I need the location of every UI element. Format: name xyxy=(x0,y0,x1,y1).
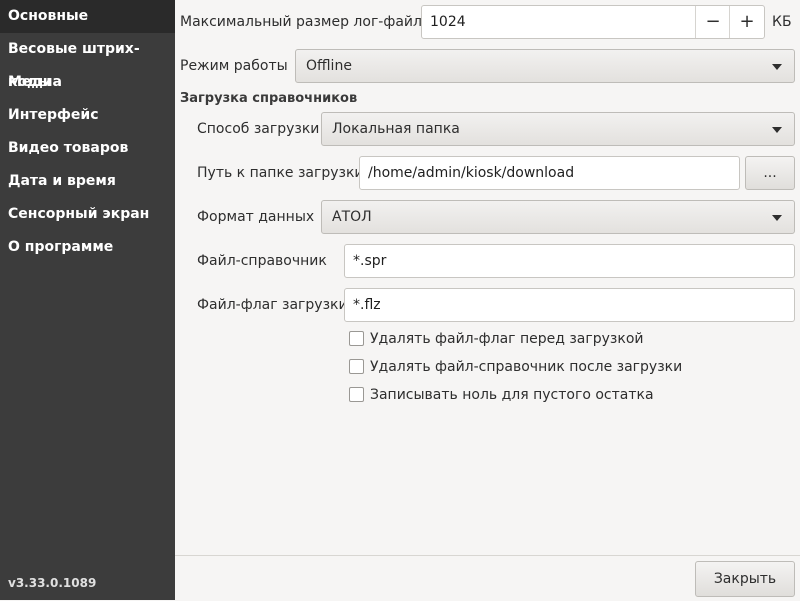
sidebar-item-media[interactable]: Медиа xyxy=(0,66,175,99)
browse-button[interactable]: ... xyxy=(745,156,795,190)
mode-label: Режим работы xyxy=(180,58,288,74)
load-method-label: Способ загрузки xyxy=(197,121,320,137)
sidebar-item-weight-barcodes[interactable]: Весовые штрих-коды xyxy=(0,33,175,90)
checkbox-label: Удалять файл-справочник после загрузки xyxy=(370,359,683,375)
checkbox[interactable] xyxy=(349,330,364,346)
write-zero-for-empty-stock-option[interactable]: Записывать ноль для пустого остатка xyxy=(349,385,654,405)
version-label: v3.33.0.1089 xyxy=(8,576,97,590)
log-size-input[interactable]: 1024 xyxy=(430,6,466,38)
chevron-down-icon xyxy=(772,127,782,133)
sidebar-item-product-video[interactable]: Видео товаров xyxy=(0,132,175,165)
checkbox-label: Записывать ноль для пустого остатка xyxy=(370,387,654,403)
log-size-label: Максимальный размер лог-файла xyxy=(180,14,431,30)
sidebar: Основные Весовые штрих-коды Медиа Интерф… xyxy=(0,0,175,600)
path-label: Путь к папке загрузки xyxy=(197,165,364,181)
dict-file-input[interactable]: *.spr xyxy=(344,244,795,278)
mode-dropdown-value: Offline xyxy=(306,58,352,74)
dict-section-title: Загрузка справочников xyxy=(180,91,358,106)
log-size-unit: КБ xyxy=(772,14,792,30)
checkbox-label: Удалять файл-флаг перед загрузкой xyxy=(370,331,644,347)
sidebar-item-date-time[interactable]: Дата и время xyxy=(0,165,175,198)
format-label: Формат данных xyxy=(197,209,315,225)
flag-file-input[interactable]: *.flz xyxy=(344,288,795,322)
load-method-value: Локальная папка xyxy=(332,121,460,137)
checkbox[interactable] xyxy=(349,386,364,402)
delete-dict-after-load-option[interactable]: Удалять файл-справочник после загрузки xyxy=(349,357,682,377)
flag-file-label: Файл-флаг загрузки xyxy=(197,297,348,313)
checkbox[interactable] xyxy=(349,358,364,374)
footer-bar: Закрыть xyxy=(175,555,800,601)
chevron-down-icon xyxy=(772,64,782,70)
load-method-dropdown[interactable]: Локальная папка xyxy=(321,112,795,146)
close-button[interactable]: Закрыть xyxy=(695,561,795,597)
decrement-button[interactable]: − xyxy=(695,6,730,38)
chevron-down-icon xyxy=(772,215,782,221)
sidebar-item-general[interactable]: Основные xyxy=(0,0,175,33)
sidebar-item-touchscreen[interactable]: Сенсорный экран xyxy=(0,198,175,231)
increment-button[interactable]: + xyxy=(729,6,764,38)
sidebar-item-about[interactable]: О программе xyxy=(0,231,175,264)
dict-file-label: Файл-справочник xyxy=(197,253,327,269)
path-input[interactable]: /home/admin/kiosk/download xyxy=(359,156,740,190)
delete-flag-before-load-option[interactable]: Удалять файл-флаг перед загрузкой xyxy=(349,329,643,349)
sidebar-item-interface[interactable]: Интерфейс xyxy=(0,99,175,132)
settings-panel: Максимальный размер лог-файла 1024 − + К… xyxy=(175,0,800,555)
format-value: АТОЛ xyxy=(332,209,372,225)
format-dropdown[interactable]: АТОЛ xyxy=(321,200,795,234)
mode-dropdown[interactable]: Offline xyxy=(295,49,795,83)
log-size-spinbox: 1024 − + xyxy=(421,5,765,39)
